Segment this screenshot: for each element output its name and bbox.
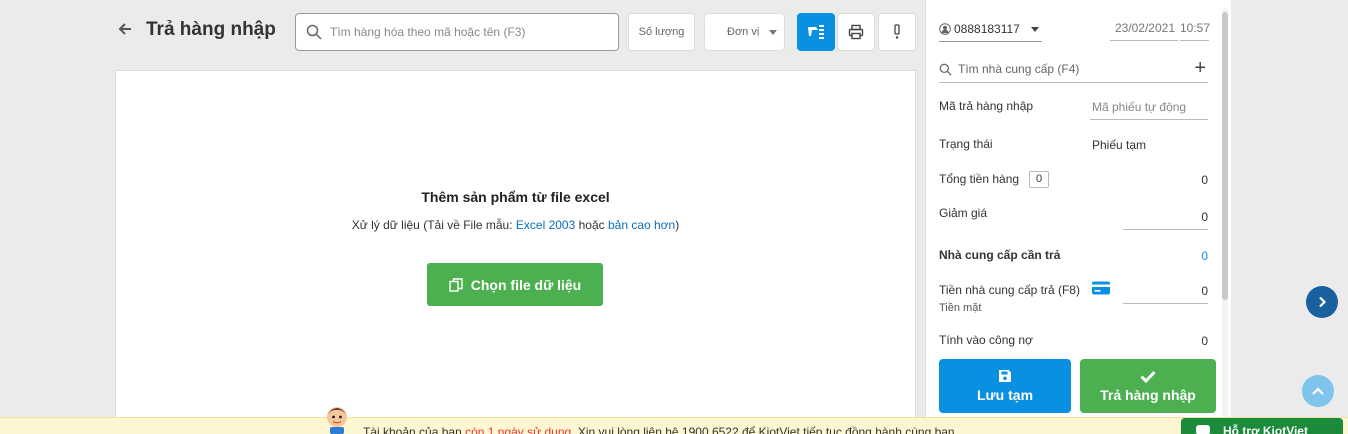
add-supplier-icon[interactable]: + — [1194, 56, 1206, 80]
notice-suffix: . Xin vui lòng liên hệ 1900 6522 để Kiot… — [571, 425, 958, 434]
scanner-icon — [808, 25, 824, 39]
supplier-search[interactable]: Tìm nhà cung cấp (F4) + — [939, 56, 1208, 83]
import-desc-prefix: Xử lý dữ liệu (Tải về File mẫu: — [351, 218, 516, 232]
print-button[interactable] — [837, 13, 875, 51]
notice-prefix: Tài khoản của bạn — [363, 425, 466, 434]
import-desc-or: hoặc — [575, 218, 608, 232]
user-name: 0888183117 — [954, 22, 1020, 36]
page-title: Trả hàng nhập — [146, 19, 276, 40]
header: Trả hàng nhập Số lượng Đơn vị — [0, 0, 925, 70]
unit-select-label: Đơn vị — [727, 26, 760, 38]
expand-panel-button[interactable] — [1306, 286, 1338, 318]
total-count-badge: 0 — [1029, 171, 1049, 188]
total-value: 0 — [1201, 173, 1208, 187]
save-draft-label: Lưu tạm — [976, 387, 1034, 403]
unit-select[interactable]: Đơn vị — [704, 13, 785, 51]
code-input[interactable]: Mã phiếu tự động — [1090, 94, 1208, 120]
chat-icon — [1196, 425, 1210, 434]
chevron-up-icon — [1312, 387, 1324, 395]
supplier-due-label: Nhà cung cấp cần trả — [939, 248, 1061, 262]
debt-label: Tính vào công nợ — [939, 333, 1033, 347]
caret-down-icon — [1030, 26, 1039, 32]
supplier-search-placeholder: Tìm nhà cung cấp (F4) — [958, 62, 1080, 76]
account-notice-bar: Tài khoản của bạn còn 1 ngày sử dụng. Xi… — [0, 417, 1348, 434]
search-icon — [939, 63, 952, 76]
copy-file-icon — [449, 277, 463, 292]
printer-icon — [848, 24, 864, 40]
status-label: Trạng thái — [939, 137, 993, 151]
import-desc-suffix: ) — [675, 218, 680, 232]
info-button[interactable] — [878, 13, 916, 51]
date-field[interactable]: 23/02/2021 — [1110, 21, 1178, 41]
status-value: Phiếu tạm — [1092, 138, 1147, 152]
barcode-scan-button[interactable] — [797, 13, 835, 51]
search-icon — [306, 24, 322, 40]
excel-2003-link[interactable]: Excel 2003 — [516, 218, 575, 232]
payment-method-label: Tiền mặt — [939, 302, 982, 314]
return-goods-label: Trả hàng nhập — [1100, 386, 1196, 403]
product-search-box[interactable] — [295, 13, 619, 51]
time-field[interactable]: 10:57 — [1180, 21, 1210, 41]
chevron-right-icon — [1319, 296, 1327, 308]
discount-input[interactable]: 0 — [1123, 205, 1208, 230]
return-goods-button[interactable]: Trả hàng nhập — [1080, 359, 1216, 413]
user-icon — [939, 23, 951, 35]
newer-version-link[interactable]: bản cao hơn — [608, 218, 675, 232]
credit-card-icon[interactable] — [1091, 280, 1111, 296]
check-icon — [1140, 370, 1156, 383]
product-search-input[interactable] — [330, 25, 590, 39]
supplier-paid-input[interactable]: 0 — [1123, 279, 1208, 304]
support-label: Hỗ trợ KiotViet — [1223, 424, 1308, 434]
import-title: Thêm sản phẩm từ file excel — [421, 189, 610, 205]
choose-file-button[interactable]: Chọn file dữ liệu — [427, 263, 603, 306]
choose-file-label: Chọn file dữ liệu — [470, 276, 582, 293]
user-select[interactable]: 0888183117 — [939, 17, 1042, 42]
supplier-paid-label: Tiền nhà cung cấp trả (F8) — [939, 283, 1080, 297]
import-panel: Thêm sản phẩm từ file excel Xử lý dữ liệ… — [115, 70, 916, 434]
mascot-icon — [322, 403, 352, 434]
debt-value: 0 — [1201, 334, 1208, 348]
code-label: Mã trả hàng nhập — [939, 99, 1034, 113]
quantity-field[interactable]: Số lượng — [628, 13, 695, 51]
save-icon — [999, 370, 1011, 382]
scroll-top-button[interactable] — [1302, 375, 1334, 407]
account-notice: Tài khoản của bạn còn 1 ngày sử dụng. Xi… — [363, 425, 958, 434]
support-chat-button[interactable]: Hỗ trợ KiotViet — [1181, 418, 1343, 434]
total-label: Tổng tiền hàng — [939, 172, 1020, 186]
import-description: Xử lý dữ liệu (Tải về File mẫu: Excel 20… — [116, 218, 915, 232]
discount-label: Giảm giá — [939, 206, 988, 220]
exclamation-icon — [894, 24, 900, 39]
notice-highlight: còn 1 ngày sử dụng — [465, 425, 572, 434]
supplier-due-value: 0 — [1201, 249, 1208, 263]
caret-down-icon — [769, 30, 777, 35]
save-draft-button[interactable]: Lưu tạm — [939, 359, 1071, 413]
scrollbar-thumb[interactable] — [1222, 12, 1228, 300]
back-arrow-icon[interactable] — [117, 21, 135, 41]
